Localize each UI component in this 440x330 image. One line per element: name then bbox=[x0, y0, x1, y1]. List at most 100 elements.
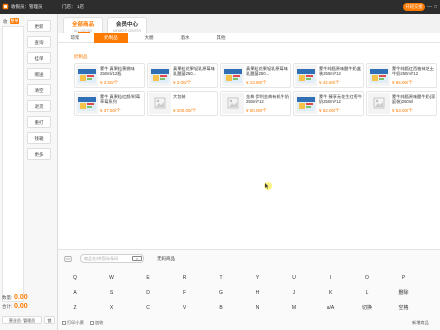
clear-button[interactable]: 清空 bbox=[27, 84, 51, 96]
key-t[interactable]: T bbox=[210, 273, 232, 284]
count-value: 0.00 bbox=[14, 294, 28, 301]
product-card[interactable]: 蒙牛 臻享无花生红枣牛奶250ml*12 ¥ 62.00/个 bbox=[293, 91, 364, 116]
total-label: 合计: bbox=[2, 304, 13, 309]
minimize-button[interactable]: — bbox=[427, 3, 432, 11]
key-func-2-9[interactable]: 空格 bbox=[393, 303, 415, 314]
product-price: ¥ 65.00/个 bbox=[392, 80, 413, 85]
key-h[interactable]: H bbox=[247, 288, 269, 299]
weigh-option[interactable]: 加收 bbox=[90, 320, 103, 326]
subtab-qiongjiang[interactable]: 琼浆 bbox=[58, 33, 92, 43]
key-m[interactable]: M bbox=[283, 303, 305, 314]
key-u[interactable]: U bbox=[283, 273, 305, 284]
clear-input-button[interactable]: × bbox=[132, 256, 142, 261]
product-card[interactable]: 金典 伊利金典有机牛奶250ml*12 ¥ 60.00/个 bbox=[220, 91, 291, 116]
product-image bbox=[149, 65, 171, 86]
key-func-1-9[interactable]: 删除 bbox=[393, 288, 415, 299]
product-image bbox=[295, 93, 317, 114]
product-price: ¥ 13.90/个 bbox=[246, 80, 267, 85]
product-name: 金典 伊利金典有机牛奶250ml*12 bbox=[246, 94, 290, 104]
image-placeholder-icon bbox=[222, 93, 244, 114]
key-a[interactable]: A bbox=[64, 288, 86, 299]
key-s[interactable]: S bbox=[101, 288, 123, 299]
key-j[interactable]: J bbox=[283, 288, 305, 299]
top-bar: 收银员： 管理员 门店： 1店 开班交接 — □ bbox=[0, 0, 440, 14]
product-name: 蒙牛 真果粒黄桃味250ml/12瓶 bbox=[100, 66, 135, 76]
product-name: 蒙牛纯甄原味酸牛奶(家庭装)250ml bbox=[392, 94, 436, 104]
key-l[interactable]: L bbox=[356, 288, 378, 299]
sub-category-tabs: 琼浆 奶制品 大肠 酒水 其他 bbox=[58, 33, 440, 43]
key-r[interactable]: R bbox=[174, 273, 196, 284]
order-summary: 数量: 0.00 合计: 0.00 bbox=[2, 294, 56, 312]
cash-drawer-button[interactable]: 钱箱 bbox=[27, 132, 51, 144]
key-k[interactable]: K bbox=[320, 288, 342, 299]
key-z[interactable]: Z bbox=[64, 303, 86, 314]
product-card[interactable]: 蒙牛 真果粒红颜/树莓草莓系列 ¥ 37.50/个 bbox=[74, 91, 145, 116]
print-receipt-checkbox[interactable] bbox=[62, 320, 66, 325]
subtab-other[interactable]: 其他 bbox=[204, 33, 238, 43]
subtab-dairy[interactable]: 奶制品 bbox=[94, 33, 128, 43]
key-y[interactable]: Y bbox=[247, 273, 269, 284]
subtab-drinks[interactable]: 酒水 bbox=[168, 33, 202, 43]
tab-all-goods-title: 全部商品 bbox=[71, 22, 94, 28]
product-card[interactable]: 真果粒花果轻乳原莓味乳酸菌250... ¥ 13.90/个 bbox=[220, 63, 291, 88]
key-x[interactable]: X bbox=[101, 303, 123, 314]
main-area: 全部商品 ALL GOODS 会员中心 MEMBER CENTER 琼浆 奶制品… bbox=[58, 14, 440, 330]
product-image bbox=[76, 93, 98, 114]
product-card[interactable]: 蒙牛纯甄原味酸牛奶(家庭装)250ml ¥ 53.00/个 bbox=[366, 91, 437, 116]
key-func-2-8[interactable]: 切换 bbox=[356, 303, 378, 314]
print-receipt-option[interactable]: 打印小票 bbox=[62, 320, 84, 326]
cashier-label: 收银员： bbox=[11, 4, 29, 9]
whole-order-tag[interactable]: 整单 bbox=[10, 18, 19, 24]
product-card[interactable]: 大包装 ¥ 200.00/个 bbox=[147, 91, 218, 116]
mouse-cursor-icon bbox=[264, 182, 272, 190]
salesperson-selector[interactable]: 营业员: 管理员 bbox=[2, 316, 42, 324]
key-e[interactable]: E bbox=[137, 273, 159, 284]
gift-button[interactable]: 赠送 bbox=[27, 68, 51, 80]
cart-list bbox=[2, 26, 24, 302]
product-image bbox=[368, 65, 390, 86]
key-func-2-7[interactable]: a/A bbox=[320, 303, 342, 314]
key-p[interactable]: P bbox=[393, 273, 415, 284]
reprint-button[interactable]: 重打 bbox=[27, 116, 51, 128]
product-card[interactable]: 蒙牛纯甄红西柚抹芝士牛奶250ml*12 ¥ 65.00/个 bbox=[366, 63, 437, 88]
no-barcode-item-button[interactable]: 无码商品 bbox=[157, 256, 175, 262]
key-n[interactable]: N bbox=[247, 303, 269, 314]
product-name: 真果粒花果轻乳原莓味乳酸菌250... bbox=[246, 66, 288, 76]
key-d[interactable]: D bbox=[137, 288, 159, 299]
image-placeholder-icon bbox=[368, 93, 390, 114]
tab-all-goods[interactable]: 全部商品 ALL GOODS bbox=[63, 17, 103, 34]
product-name: 蒙牛 真果粒红颜/树莓草莓系列 bbox=[100, 94, 141, 104]
more-button[interactable]: 更多 bbox=[27, 148, 51, 160]
section-label: 奶制品 bbox=[74, 54, 88, 59]
product-card[interactable]: 蒙牛 真果粒黄桃味250ml/12瓶 ¥ 3.50/个 bbox=[74, 63, 145, 88]
key-v[interactable]: V bbox=[174, 303, 196, 314]
weigh-checkbox[interactable] bbox=[90, 320, 94, 325]
query-button[interactable]: 查询 bbox=[27, 36, 51, 48]
subtab-dachang[interactable]: 大肠 bbox=[132, 33, 166, 43]
product-image bbox=[76, 65, 98, 86]
maximize-button[interactable]: □ bbox=[433, 3, 438, 11]
product-name: 大包装 bbox=[173, 94, 186, 99]
return-button[interactable]: 退货 bbox=[27, 100, 51, 112]
key-f[interactable]: F bbox=[174, 288, 196, 299]
product-card[interactable]: 真果粒花果轻乳原莓味乳酸菌250... ¥ 3.00/个 bbox=[147, 63, 218, 88]
add-product-link[interactable]: 新增商品 bbox=[412, 320, 429, 326]
shift-handover-button[interactable]: 开班交接 bbox=[403, 3, 425, 11]
lock-button[interactable]: 锁 bbox=[44, 316, 55, 324]
key-b[interactable]: B bbox=[210, 303, 232, 314]
key-o[interactable]: O bbox=[356, 273, 378, 284]
hang-order-button[interactable]: 挂单 bbox=[27, 52, 51, 64]
key-w[interactable]: W bbox=[101, 273, 123, 284]
key-q[interactable]: Q bbox=[64, 273, 86, 284]
scan-icon bbox=[64, 256, 72, 262]
product-card[interactable]: 蒙牛纯甄原味酸牛奶盒装250ml*12 ¥ 42.50/个 bbox=[293, 63, 364, 88]
store-name: 1店 bbox=[77, 4, 85, 9]
product-name: 蒙牛纯甄原味酸牛奶盒装250ml*12 bbox=[319, 66, 361, 76]
product-price: ¥ 3.50/个 bbox=[100, 80, 119, 85]
key-i[interactable]: I bbox=[320, 273, 342, 284]
key-c[interactable]: C bbox=[137, 303, 159, 314]
key-g[interactable]: G bbox=[210, 288, 232, 299]
tab-member-center[interactable]: 会员中心 MEMBER CENTER bbox=[107, 17, 147, 33]
update-button[interactable]: 更新 bbox=[27, 20, 51, 32]
left-panel: 收 整单 更新 查询 挂单 赠送 清空 退货 重打 钱箱 更多 数量: 0.00… bbox=[0, 14, 58, 330]
